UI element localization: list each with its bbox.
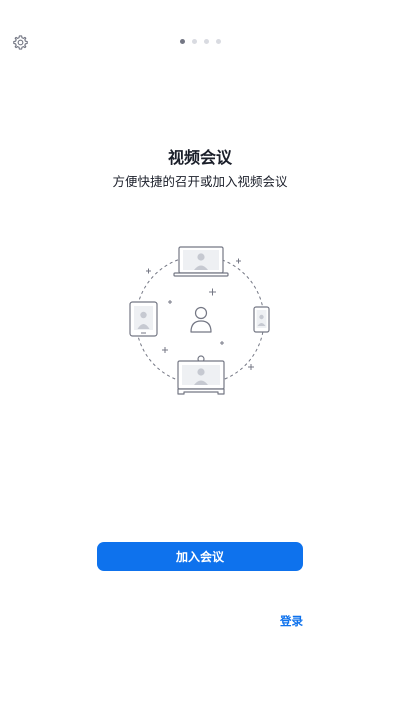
onboarding-screen: 视频会议 方便快捷的召开或加入视频会议 加入会议 登录 — [0, 0, 400, 711]
person-icon — [190, 306, 212, 333]
join-meeting-button[interactable]: 加入会议 — [97, 542, 303, 571]
page-dot — [203, 39, 209, 44]
tablet-icon — [129, 301, 158, 337]
page-indicator — [0, 39, 400, 44]
page-dot-active — [179, 39, 185, 44]
onboarding-subtitle: 方便快捷的召开或加入视频会议 — [112, 174, 288, 189]
laptop-icon — [173, 246, 229, 277]
video-meeting-devices-illustration — [129, 246, 270, 395]
onboarding-title: 视频会议 — [167, 148, 232, 167]
page-dot — [215, 39, 221, 44]
room-system-icon — [177, 355, 225, 395]
page-dot — [191, 39, 197, 44]
login-link[interactable]: 登录 — [270, 613, 303, 629]
phone-icon — [253, 306, 270, 333]
